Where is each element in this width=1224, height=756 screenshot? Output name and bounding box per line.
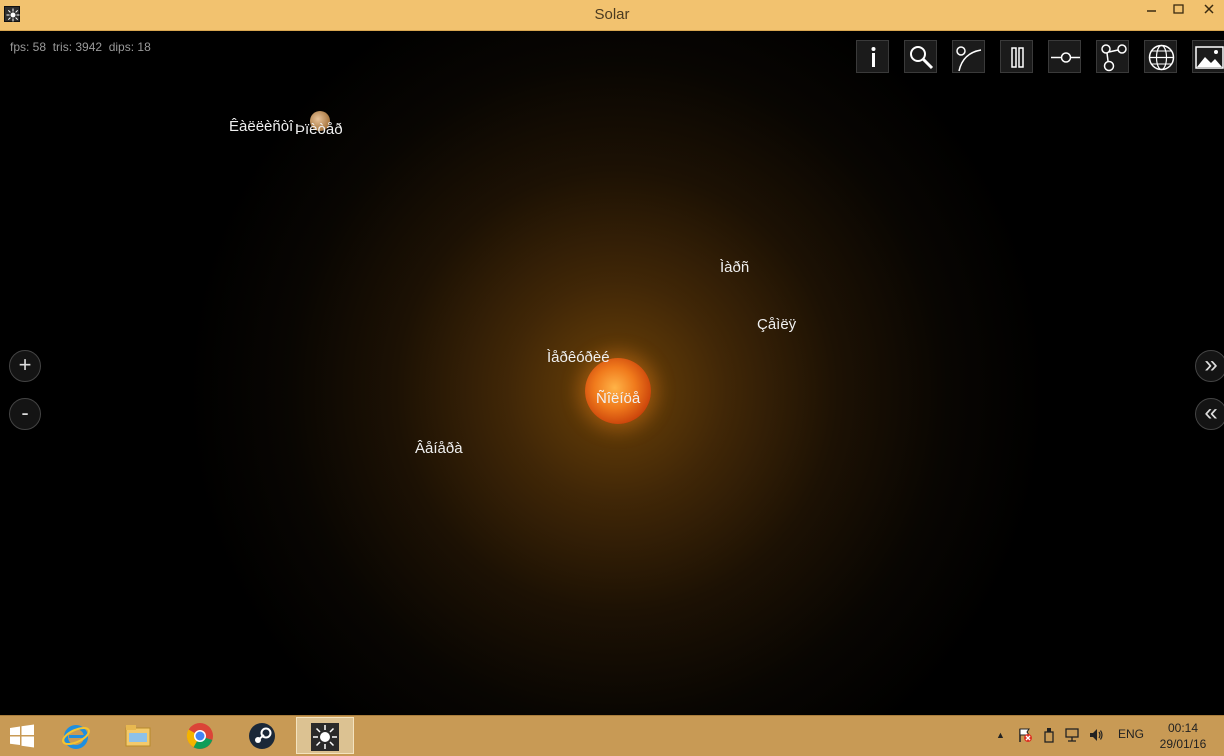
label-earth[interactable]: Çåìëÿ bbox=[757, 316, 796, 333]
maximize-button[interactable] bbox=[1164, 0, 1194, 22]
usb-device-icon[interactable] bbox=[1041, 727, 1057, 746]
close-button[interactable] bbox=[1194, 0, 1224, 22]
clock[interactable]: 00:14 29/01/16 bbox=[1150, 720, 1216, 752]
title-bar: Solar bbox=[0, 0, 1224, 31]
orbit-icon[interactable] bbox=[952, 40, 985, 73]
volume-icon[interactable] bbox=[1088, 727, 1104, 746]
zoom-in-button[interactable]: + bbox=[9, 350, 41, 382]
file-explorer-icon[interactable] bbox=[110, 717, 168, 754]
search-icon[interactable] bbox=[904, 40, 937, 73]
render-stats: fps: 58 tris: 3942 dips: 18 bbox=[10, 40, 151, 54]
back-button[interactable]: « bbox=[1195, 398, 1224, 430]
internet-explorer-icon[interactable] bbox=[48, 717, 106, 754]
language-indicator[interactable]: ENG bbox=[1118, 727, 1144, 741]
chrome-icon[interactable] bbox=[172, 717, 230, 754]
hierarchy-icon[interactable] bbox=[1096, 40, 1129, 73]
label-mercury[interactable]: Ìåðêóðèé bbox=[547, 349, 610, 366]
label-kallisto[interactable]: Êàëëèñòî bbox=[229, 118, 293, 135]
label-jupiter[interactable]: Þïèòåð bbox=[295, 121, 343, 138]
solar-app-icon[interactable] bbox=[296, 717, 354, 754]
globe-icon[interactable] bbox=[1144, 40, 1177, 73]
network-icon[interactable] bbox=[1064, 727, 1080, 746]
window-title: Solar bbox=[594, 6, 630, 23]
zoom-out-button[interactable]: - bbox=[9, 398, 41, 430]
label-venus[interactable]: Âåíåðà bbox=[415, 440, 463, 457]
solar-viewport[interactable]: fps: 58 tris: 3942 dips: 18 + - » « Êàëë… bbox=[0, 31, 1224, 715]
forward-button[interactable]: » bbox=[1195, 350, 1224, 382]
timeline-icon[interactable] bbox=[1048, 40, 1081, 73]
minimize-button[interactable] bbox=[1137, 0, 1167, 22]
image-icon[interactable] bbox=[1192, 40, 1224, 73]
pause-icon[interactable] bbox=[1000, 40, 1033, 73]
label-sun[interactable]: Ñîëíöå bbox=[596, 390, 640, 407]
tray-expand-icon[interactable]: ▲ bbox=[996, 730, 1005, 740]
info-icon[interactable] bbox=[856, 40, 889, 73]
action-center-icon[interactable] bbox=[1017, 727, 1033, 746]
clock-date: 29/01/16 bbox=[1159, 737, 1207, 751]
steam-icon[interactable] bbox=[234, 717, 292, 754]
clock-time: 00:14 bbox=[1167, 721, 1199, 735]
windows-start-icon[interactable] bbox=[0, 717, 44, 754]
label-mars[interactable]: Ìàðñ bbox=[720, 259, 749, 276]
taskbar: ▲ ENG 00:14 29/01/16 bbox=[0, 715, 1224, 756]
